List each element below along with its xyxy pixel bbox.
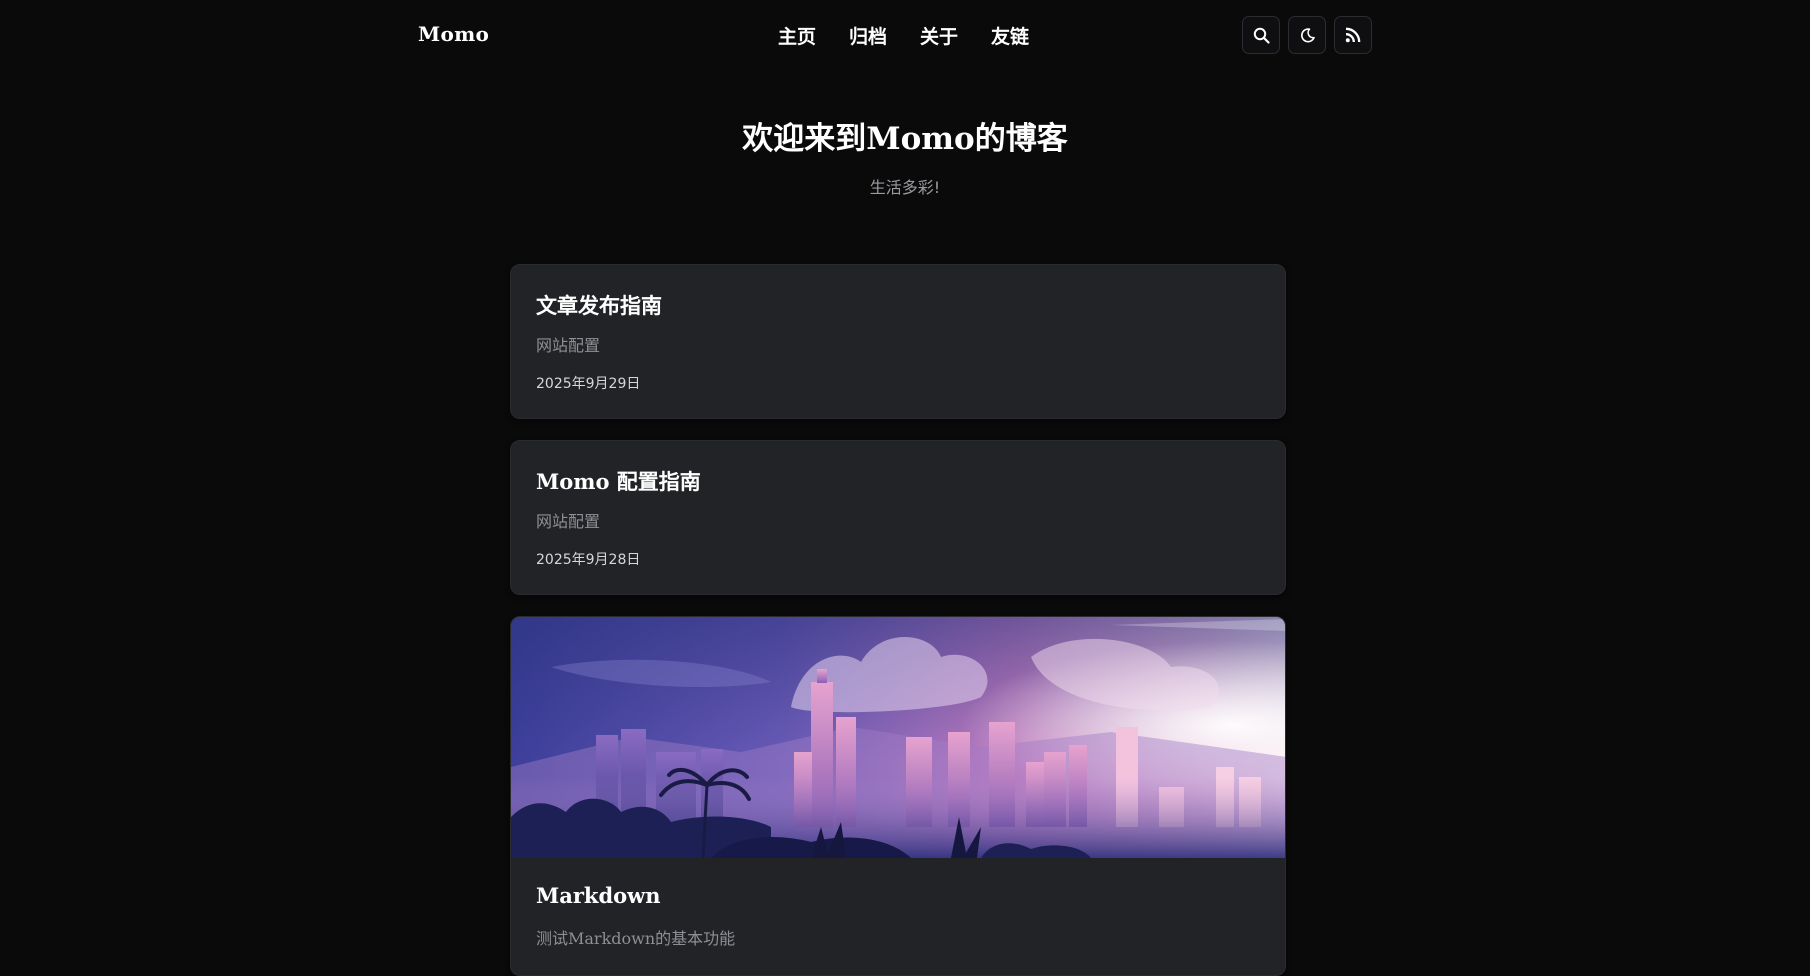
post-card[interactable]: 文章发布指南 网站配置 2025年9月29日: [510, 264, 1286, 419]
page-title: 欢迎来到Momo的博客: [742, 121, 1068, 157]
post-title[interactable]: Momo 配置指南: [536, 466, 701, 496]
theme-toggle-button[interactable]: [1288, 16, 1326, 54]
nav-item-home[interactable]: 主页: [778, 22, 816, 49]
post-category: 网站配置: [536, 512, 601, 531]
nav-item-links[interactable]: 友链: [991, 22, 1029, 49]
rss-button[interactable]: [1334, 16, 1372, 54]
post-date: 2025年9月28日: [536, 552, 641, 568]
post-category: 测试Markdown的基本功能: [536, 929, 736, 948]
main-nav: 主页 归档 关于 友链: [778, 22, 1029, 49]
post-title[interactable]: Markdown: [536, 883, 661, 908]
post-card[interactable]: Markdown 测试Markdown的基本功能: [510, 616, 1286, 976]
nav-item-about[interactable]: 关于: [920, 22, 958, 49]
search-button[interactable]: [1242, 16, 1280, 54]
moon-icon: [1300, 27, 1315, 42]
site-brand[interactable]: Momo: [418, 22, 489, 46]
site-header: Momo 主页 归档 关于 友链: [0, 0, 1810, 74]
hero: 欢迎来到Momo的博客 生活多彩!: [0, 116, 1810, 198]
post-category: 网站配置: [536, 336, 601, 355]
post-date: 2025年9月29日: [536, 376, 641, 392]
page-subtitle: 生活多彩!: [869, 178, 941, 197]
post-title[interactable]: 文章发布指南: [536, 290, 662, 320]
nav-item-archive[interactable]: 归档: [849, 22, 887, 49]
post-card[interactable]: Momo 配置指南 网站配置 2025年9月28日: [510, 440, 1286, 595]
rss-icon: [1345, 27, 1361, 43]
header-tools: [1242, 16, 1372, 54]
search-icon: [1253, 27, 1270, 44]
post-cover-image[interactable]: [511, 617, 1286, 858]
